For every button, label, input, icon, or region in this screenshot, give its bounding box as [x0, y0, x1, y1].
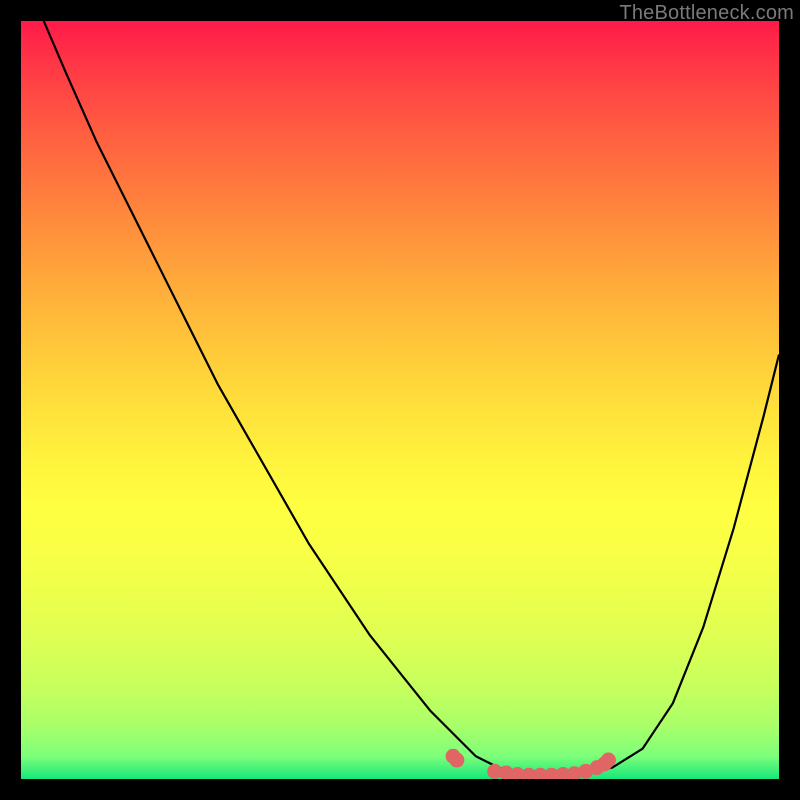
- marker-point: [449, 753, 464, 768]
- marker-point: [601, 753, 616, 768]
- watermark-label: TheBottleneck.com: [619, 2, 794, 25]
- chart-svg: [21, 21, 779, 779]
- bottom-markers: [446, 749, 616, 779]
- chart-stage: TheBottleneck.com: [0, 0, 800, 800]
- chart-plot-area: [21, 21, 779, 779]
- bottleneck-curve: [44, 21, 779, 775]
